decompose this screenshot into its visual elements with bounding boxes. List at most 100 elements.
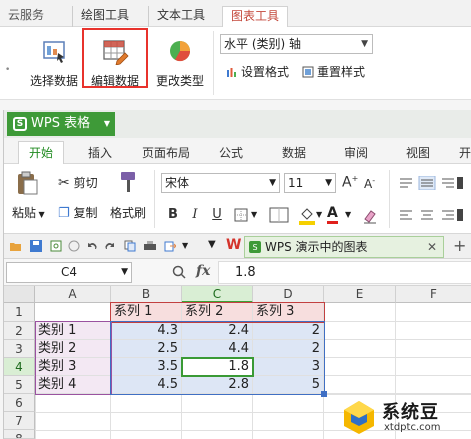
row-header-2[interactable]: 2 — [4, 322, 35, 340]
column-header-e[interactable]: E — [324, 286, 396, 303]
cell-d1[interactable]: 系列 3 — [253, 303, 324, 322]
tab-text-tools[interactable]: 文本工具 — [148, 6, 213, 27]
add-tab-icon[interactable]: + — [453, 236, 466, 255]
open-folder-icon[interactable] — [10, 240, 22, 252]
row-header-6[interactable]: 6 — [4, 394, 35, 412]
cell-a4[interactable]: 类别 3 — [35, 358, 111, 376]
customize-toolbar-icon[interactable]: ▼ — [208, 239, 216, 250]
cell-b5[interactable]: 4.5 — [111, 376, 182, 394]
spellcheck-icon[interactable] — [68, 240, 80, 252]
cell-f4[interactable] — [396, 358, 471, 376]
column-header-b[interactable]: B — [111, 286, 182, 303]
cell-c3[interactable]: 4.4 — [182, 340, 253, 358]
tab-home[interactable]: 开始 — [18, 141, 65, 165]
cell-c1[interactable]: 系列 2 — [182, 303, 253, 322]
cell-a5[interactable]: 类别 4 — [35, 376, 111, 394]
bold-button[interactable]: B — [165, 206, 181, 224]
cell-a2[interactable]: 类别 1 — [35, 322, 111, 340]
cell-b2[interactable]: 4.3 — [111, 322, 182, 340]
cell-c2[interactable]: 2.4 — [182, 322, 253, 340]
zoom-search-icon[interactable] — [172, 265, 186, 279]
formula-input[interactable]: 1.8 — [218, 261, 471, 284]
tab-chart-tools[interactable]: 图表工具 — [222, 6, 289, 27]
column-header-d[interactable]: D — [253, 286, 324, 303]
cell-b4[interactable]: 3.5 — [111, 358, 182, 376]
row-header-5[interactable]: 5 — [4, 376, 35, 394]
export-icon[interactable] — [164, 240, 176, 252]
cell-b1[interactable]: 系列 1 — [111, 303, 182, 322]
redo-icon[interactable] — [104, 240, 116, 252]
tab-data[interactable]: 数据 — [282, 144, 306, 161]
cut-button[interactable]: ✂ 剪切 — [58, 174, 98, 191]
copy-button[interactable]: ❐ 复制 — [58, 204, 98, 221]
tab-formulas[interactable]: 公式 — [219, 144, 243, 161]
set-format-button[interactable]: 设置格式 — [226, 63, 289, 81]
cell-d5[interactable]: 5 — [253, 376, 324, 394]
horizontal-align-icons[interactable] — [399, 208, 463, 222]
clear-format-icon[interactable] — [362, 208, 378, 224]
function-icon[interactable]: fx — [196, 263, 210, 279]
increase-font-button[interactable]: A+ — [342, 174, 358, 191]
name-box[interactable]: C4 ▼ — [6, 262, 132, 283]
cell-f2[interactable] — [396, 322, 471, 340]
save-icon[interactable] — [30, 240, 42, 252]
cell-a3[interactable]: 类别 2 — [35, 340, 111, 358]
cell-e3[interactable] — [324, 340, 396, 358]
tab-drawing-tools[interactable]: 绘图工具 — [72, 6, 137, 27]
tab-page-layout[interactable]: 页面布局 — [142, 144, 190, 161]
chart-element-select[interactable]: 水平 (类别) 轴 ▼ — [220, 34, 373, 54]
cell-b3[interactable]: 2.5 — [111, 340, 182, 358]
cell-e2[interactable] — [324, 322, 396, 340]
font-color-button[interactable]: A — [327, 205, 338, 224]
row-header-8[interactable]: 8 — [4, 430, 35, 439]
select-all-corner[interactable] — [4, 286, 35, 303]
cell-f1[interactable] — [396, 303, 471, 322]
cell-e1[interactable] — [324, 303, 396, 322]
paste-icon[interactable] — [16, 170, 38, 196]
print-icon[interactable] — [144, 240, 156, 252]
tab-review[interactable]: 审阅 — [344, 144, 368, 161]
cell-e5[interactable] — [324, 376, 396, 394]
cell-a1[interactable] — [35, 303, 111, 322]
row-header-1[interactable]: 1 — [4, 303, 35, 322]
column-header-f[interactable]: F — [396, 286, 471, 303]
format-painter-button[interactable]: 格式刷 — [110, 204, 146, 221]
column-header-a[interactable]: A — [35, 286, 111, 303]
vertical-align-icons[interactable] — [399, 176, 463, 190]
close-tab-icon[interactable]: ✕ — [427, 237, 437, 257]
paste-button[interactable]: 粘贴 ▼ — [12, 204, 45, 221]
cell-d4[interactable]: 3 — [253, 358, 324, 376]
tab-view[interactable]: 视图 — [406, 144, 430, 161]
font-size-select[interactable]: 11 ▼ — [284, 173, 336, 193]
tab-cloud-service[interactable]: 云服务 — [0, 6, 52, 27]
row-header-4[interactable]: 4 — [4, 358, 35, 376]
format-painter-icon[interactable] — [118, 170, 140, 194]
merge-cells-icon[interactable] — [268, 206, 290, 226]
cell-f3[interactable] — [396, 340, 471, 358]
chevron-down-icon[interactable]: ▼ — [316, 210, 322, 219]
tab-insert[interactable]: 插入 — [88, 144, 112, 161]
ribbon-scroll-left-icon[interactable]: • — [5, 65, 10, 75]
decrease-font-button[interactable]: A- — [364, 176, 375, 191]
change-type-button[interactable]: 更改类型 — [150, 33, 210, 89]
font-family-select[interactable]: 宋体 ▼ — [161, 173, 280, 193]
cell-c5[interactable]: 2.8 — [182, 376, 253, 394]
chevron-down-icon[interactable]: ▼ — [345, 210, 351, 219]
underline-button[interactable]: U — [209, 206, 225, 224]
cell-c4[interactable]: 1.8 — [182, 358, 253, 376]
cell-f5[interactable] — [396, 376, 471, 394]
wps-app-menu-button[interactable]: S WPS 表格 ▼ — [7, 112, 115, 136]
cell-e4[interactable] — [324, 358, 396, 376]
select-data-button[interactable]: 选择数据 — [24, 33, 84, 89]
document-tab[interactable]: S WPS 演示中的图表 ✕ — [244, 236, 444, 258]
row-header-3[interactable]: 3 — [4, 340, 35, 358]
border-icon[interactable] — [234, 208, 248, 222]
copy-format-icon[interactable] — [124, 240, 136, 252]
column-header-c[interactable]: C — [182, 286, 253, 303]
italic-button[interactable]: I — [187, 206, 203, 224]
reset-style-button[interactable]: 重置样式 — [302, 63, 365, 81]
tab-more[interactable]: 开 — [459, 144, 471, 161]
undo-icon[interactable] — [86, 240, 98, 252]
print-preview-icon[interactable] — [50, 240, 62, 252]
chevron-down-icon[interactable]: ▼ — [251, 210, 257, 219]
